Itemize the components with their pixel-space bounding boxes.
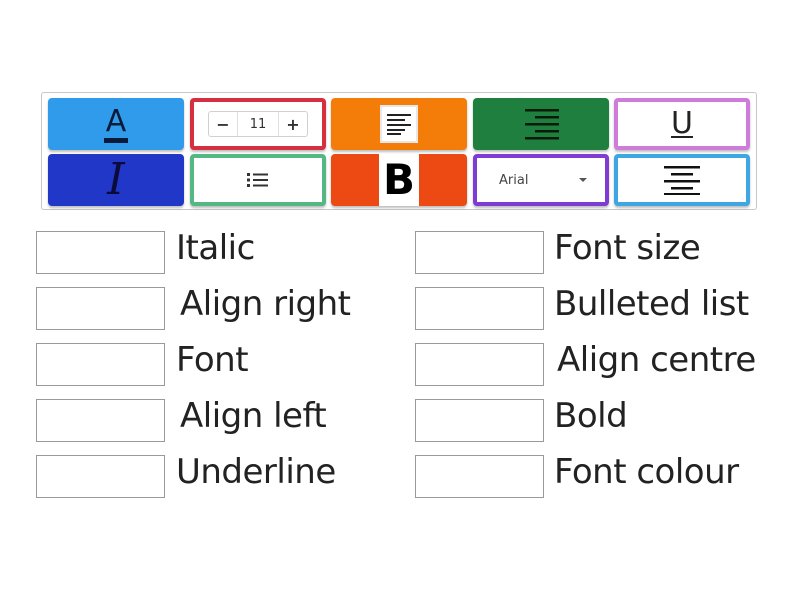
minus-icon: − [216,114,230,134]
target-label-bold: Bold [554,396,628,436]
align-right-icon [525,109,559,140]
drop-slot-underline[interactable] [36,455,165,498]
bold-icon: B [382,155,415,204]
drop-slot-align-right[interactable] [36,287,165,330]
font-select-value: Arial [499,172,529,188]
chevron-down-icon [579,178,587,182]
tile-underline[interactable]: U [614,98,750,150]
plus-icon: + [286,114,300,134]
target-label-underline: Underline [176,452,336,492]
tile-align-right[interactable] [473,98,609,150]
align-centre-icon [664,166,700,195]
drop-slot-font-size[interactable] [415,231,544,274]
drop-slot-font-colour[interactable] [415,455,544,498]
font-size-stepper: − 11 + [208,111,308,137]
tile-font[interactable]: Arial [473,154,609,206]
target-label-align-centre: Align centre [557,340,756,380]
tile-font-colour[interactable]: A [48,98,184,150]
target-label-font-colour: Font colour [554,452,739,492]
target-label-bulleted-list: Bulleted list [554,284,749,324]
drop-slot-align-centre[interactable] [415,343,544,386]
tile-italic[interactable]: I [48,154,184,206]
font-select: Arial [485,164,597,196]
bulleted-list-icon [247,173,268,187]
drop-slot-font[interactable] [36,343,165,386]
drop-slot-italic[interactable] [36,231,165,274]
drop-slot-bulleted-list[interactable] [415,287,544,330]
tile-bulleted-list[interactable] [190,154,326,206]
bold-icon-box: B [379,154,419,206]
font-colour-icon: A [103,107,129,143]
target-label-italic: Italic [176,228,255,268]
tile-align-left[interactable] [331,98,467,150]
align-left-icon [380,105,418,143]
tile-font-size[interactable]: − 11 + [190,98,326,150]
drop-slot-bold[interactable] [415,399,544,442]
italic-icon: I [107,154,125,205]
drop-slot-align-left[interactable] [36,399,165,442]
target-label-align-right: Align right [180,284,351,324]
underline-icon: U [671,106,693,141]
target-label-font: Font [176,340,249,380]
tile-bold[interactable]: B [331,154,467,206]
tile-align-centre[interactable] [614,154,750,206]
target-label-align-left: Align left [180,396,327,436]
target-label-font-size: Font size [554,228,701,268]
font-size-value: 11 [237,112,279,136]
